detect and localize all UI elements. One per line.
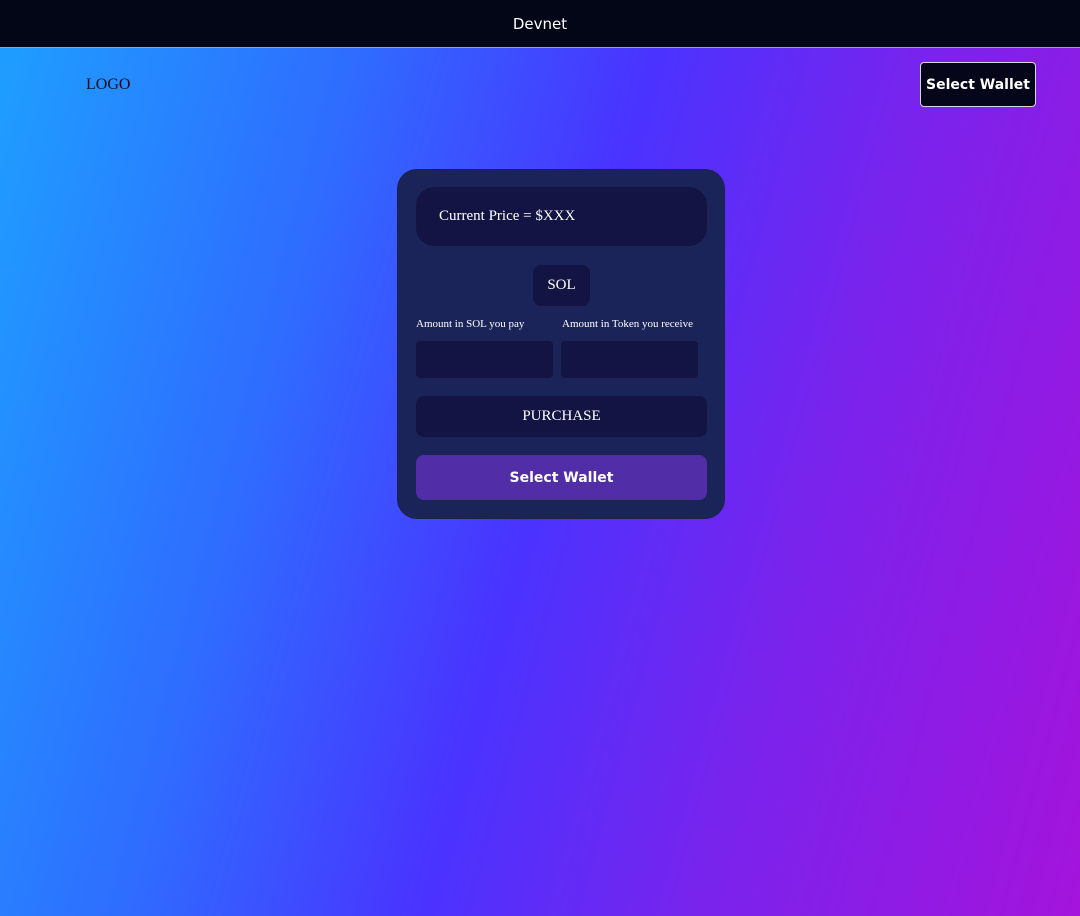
purchase-button[interactable]: PURCHASE (416, 396, 707, 437)
current-price-display: Current Price = $XXX (416, 187, 707, 246)
select-wallet-button[interactable]: Select Wallet (920, 62, 1036, 107)
logo[interactable]: LOGO (86, 76, 130, 94)
network-banner: Devnet (0, 0, 1080, 48)
purchase-card: Current Price = $XXX SOL Amount in SOL y… (397, 169, 725, 519)
current-price-text: Current Price = $XXX (439, 208, 576, 224)
receive-amount-label: Amount in Token you receive (562, 318, 693, 330)
pay-amount-label: Amount in SOL you pay (416, 318, 525, 330)
currency-selector[interactable]: SOL (533, 265, 590, 306)
card-select-wallet-button[interactable]: Select Wallet (416, 455, 707, 500)
receive-amount-input[interactable] (561, 341, 698, 378)
pay-amount-input[interactable] (416, 341, 553, 378)
network-label: Devnet (512, 14, 568, 33)
